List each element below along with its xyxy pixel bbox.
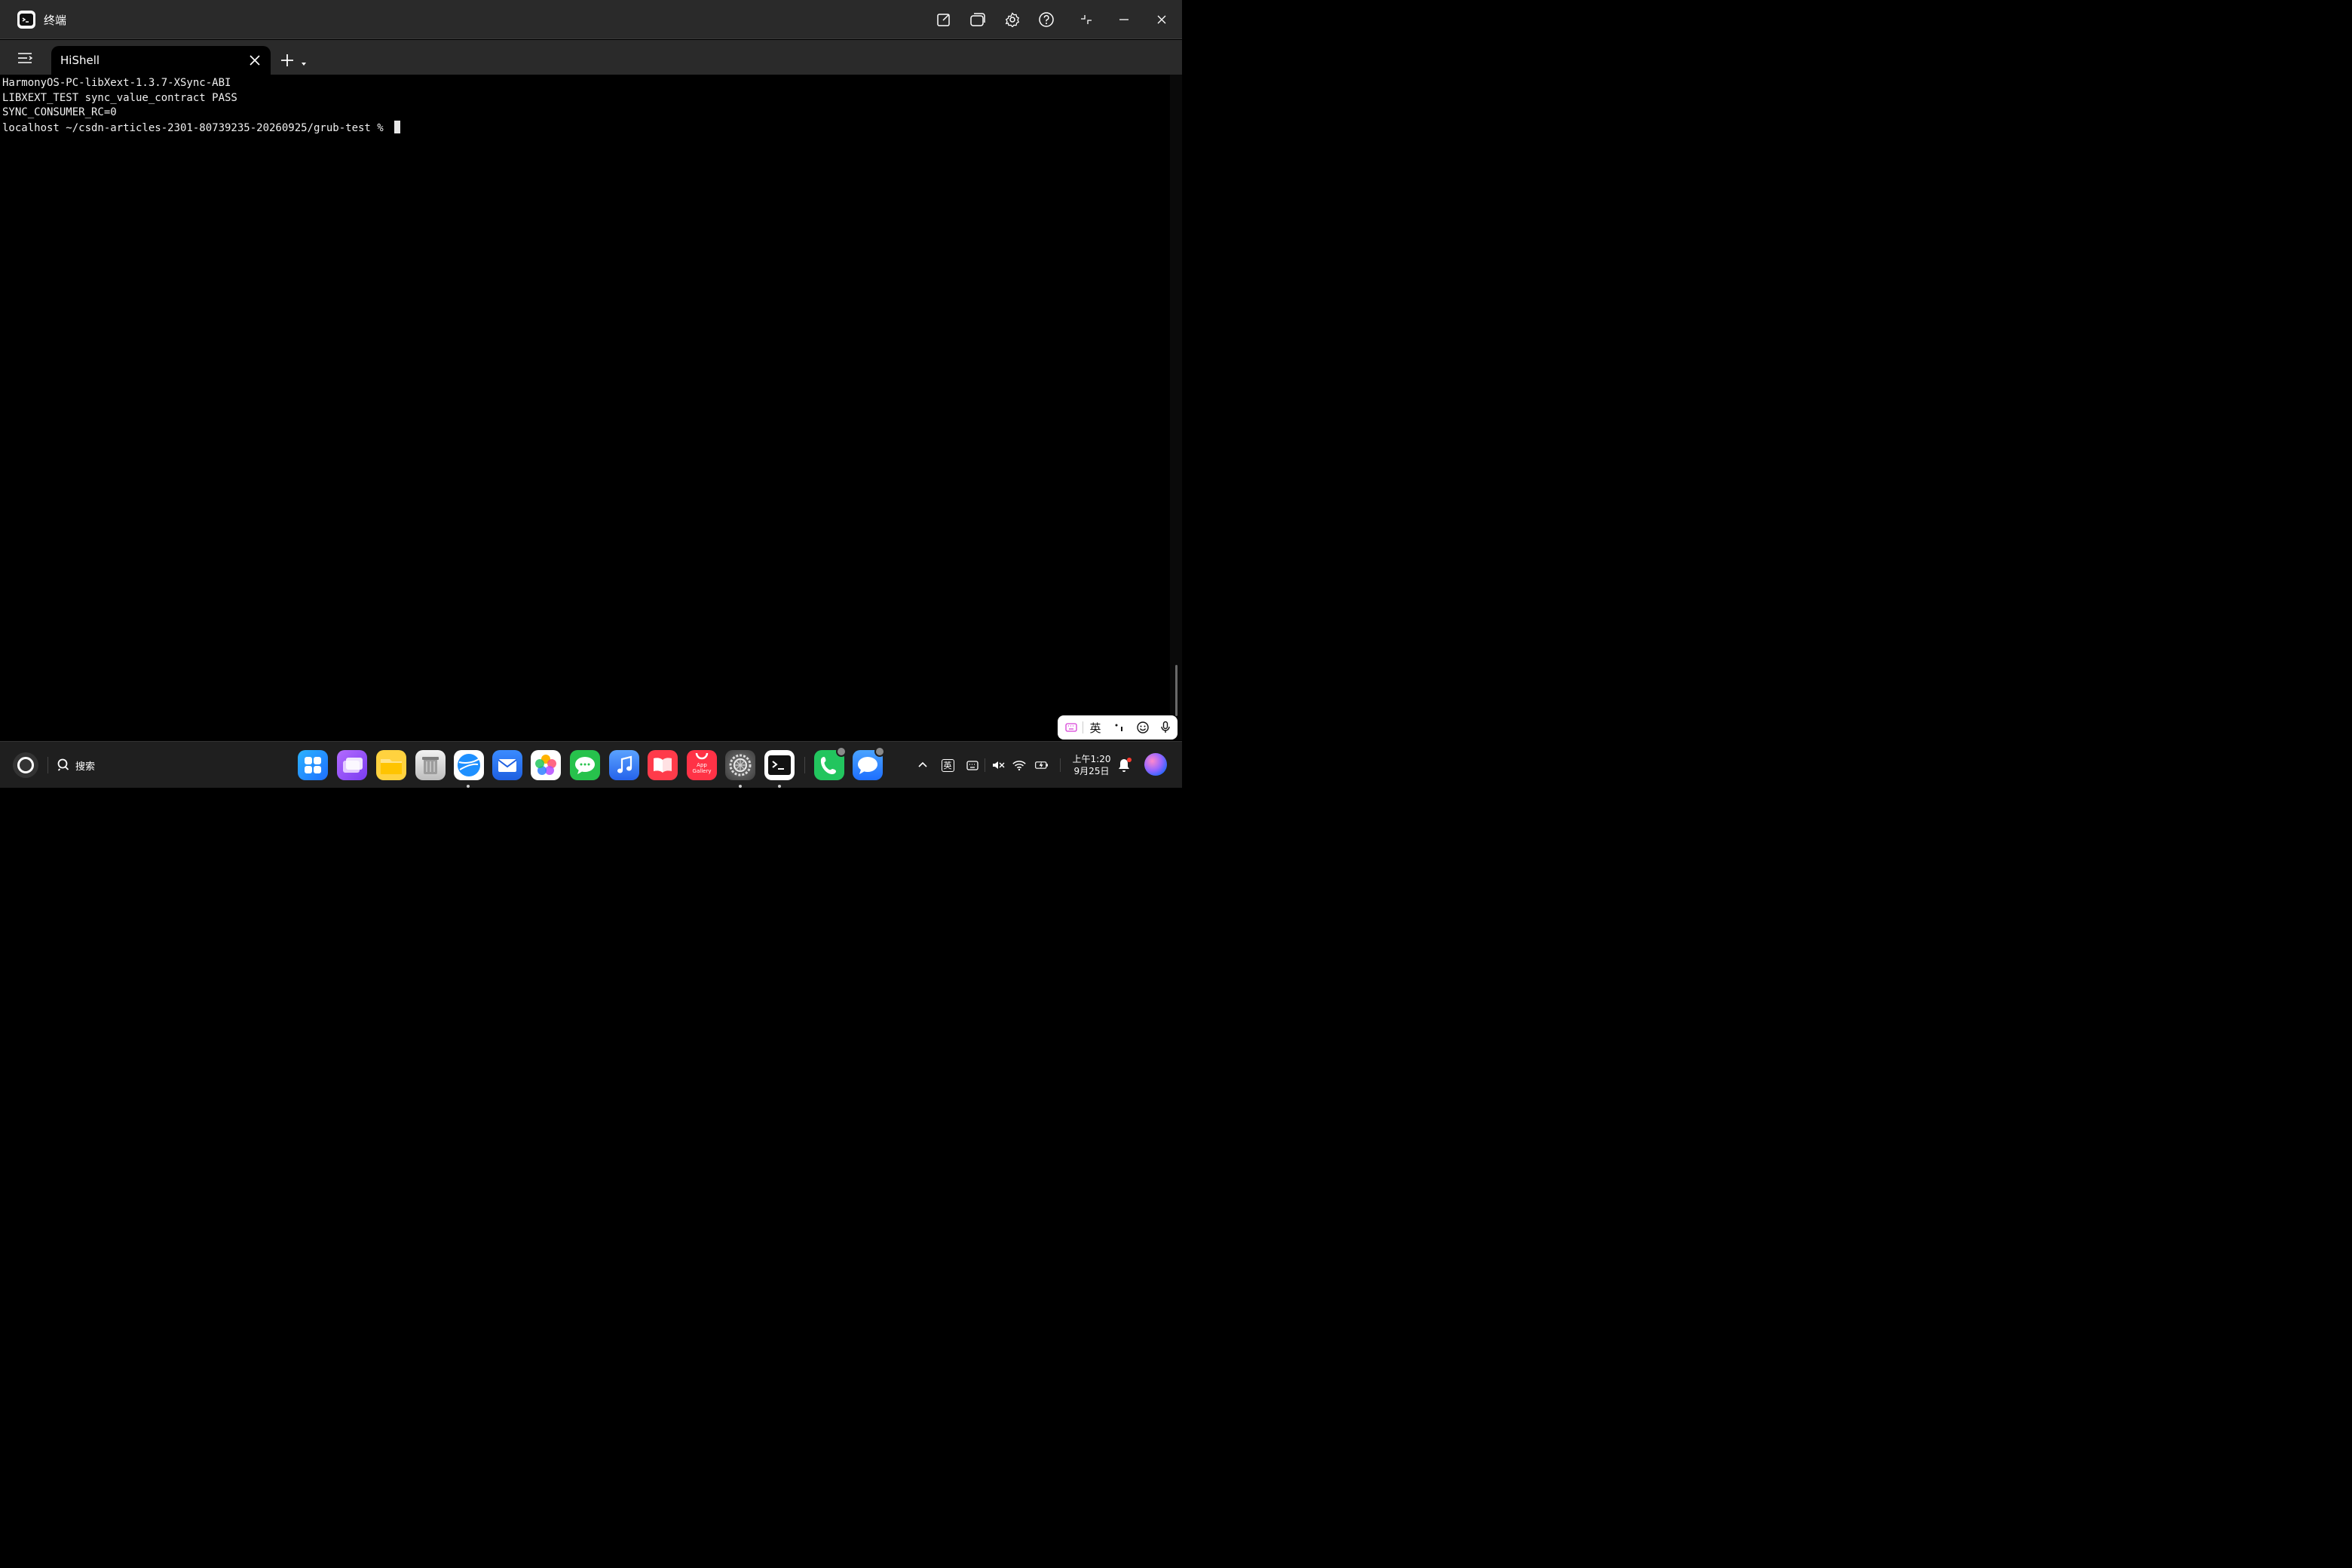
punctuation-icon[interactable]	[1108, 715, 1131, 740]
ime-indicator[interactable]: 英	[940, 758, 955, 773]
app-center-icon[interactable]	[298, 750, 328, 780]
emoji-icon[interactable]	[1132, 715, 1153, 740]
ime-mode[interactable]: 英	[1085, 715, 1106, 740]
search-button[interactable]: 搜索	[56, 757, 95, 773]
keyboard-icon[interactable]	[1061, 715, 1082, 740]
running-indicator	[739, 785, 742, 788]
terminal-app-icon	[17, 11, 35, 29]
browser-icon[interactable]	[454, 750, 484, 780]
edit-icon[interactable]	[935, 11, 953, 29]
chevron-up-icon[interactable]	[915, 758, 930, 773]
taskbar-divider	[47, 757, 48, 773]
scrollbar[interactable]	[1170, 75, 1182, 740]
tab-close-icon[interactable]	[248, 54, 262, 67]
scroll-thumb[interactable]	[1175, 665, 1178, 716]
terminal-line: HarmonyOS-PC-libXext-1.3.7-XSync-ABI	[2, 77, 231, 89]
chevron-down-icon[interactable]	[299, 57, 308, 66]
clock[interactable]: 上午1:20 9月25日	[1067, 753, 1116, 777]
tray-divider	[1060, 758, 1061, 772]
taskbar-divider	[804, 757, 805, 773]
start-button[interactable]	[13, 752, 38, 778]
assistant-icon[interactable]	[1144, 753, 1167, 776]
title-bar: 终端	[0, 0, 1182, 39]
terminal-output[interactable]: HarmonyOS-PC-libXext-1.3.7-XSync-ABI LIBX…	[0, 75, 1170, 740]
minimize-icon[interactable]	[1115, 11, 1133, 29]
files-icon[interactable]	[376, 750, 406, 780]
volume-muted-icon[interactable]	[991, 758, 1006, 773]
new-tab-icon[interactable]	[279, 52, 296, 69]
terminal-cursor	[394, 121, 401, 134]
window-title: 终端	[44, 14, 67, 27]
ime-toolbar: 英	[1058, 715, 1178, 740]
messages-icon[interactable]	[570, 750, 600, 780]
tab-hishell[interactable]: HiShell	[51, 46, 271, 75]
running-indicator	[467, 785, 470, 788]
terminal-prompt-line: localhost ~/csdn-articles-2301-80739235-…	[2, 121, 1168, 136]
wifi-icon[interactable]	[1012, 758, 1027, 773]
running-indicator	[778, 785, 781, 788]
music-icon[interactable]	[609, 750, 639, 780]
ime-indicator-label: 英	[941, 758, 954, 772]
books-icon[interactable]	[648, 750, 678, 780]
photos-icon[interactable]	[531, 750, 561, 780]
phone-badge	[836, 746, 847, 757]
app-gallery-label: App Gallery	[692, 762, 712, 774]
keyboard-icon[interactable]	[965, 758, 980, 773]
help-icon[interactable]	[1037, 11, 1055, 29]
multi-window-icon[interactable]	[337, 750, 367, 780]
gear-icon[interactable]	[1003, 11, 1021, 29]
close-icon[interactable]	[1153, 11, 1171, 29]
clock-time: 上午1:20	[1072, 754, 1111, 764]
taskbar: 搜索 App Gallery 英 上午1:20 9月25日	[0, 741, 1182, 788]
microphone-icon[interactable]	[1155, 715, 1176, 740]
chat-badge	[874, 746, 885, 757]
terminal-line: LIBXEXT_TEST sync_value_contract PASS	[2, 91, 237, 104]
terminal-line: SYNC_CONSUMER_RC=0	[2, 106, 117, 119]
battery-charging-icon[interactable]	[1034, 758, 1049, 773]
terminal-dock-icon[interactable]	[764, 750, 795, 780]
clock-date: 9月25日	[1073, 766, 1110, 776]
tab-bar: HiShell	[0, 40, 1182, 75]
notification-dot	[1127, 758, 1132, 762]
app-gallery-icon[interactable]: App Gallery	[687, 750, 717, 780]
restore-icon[interactable]	[1077, 11, 1095, 29]
trash-icon[interactable]	[415, 750, 446, 780]
settings-icon[interactable]	[725, 750, 755, 780]
terminal-prompt: localhost ~/csdn-articles-2301-80739235-…	[2, 122, 390, 135]
search-label: 搜索	[75, 761, 96, 773]
menu-icon[interactable]	[17, 51, 35, 66]
search-icon	[57, 758, 69, 771]
window-icon[interactable]	[969, 11, 987, 29]
mail-icon[interactable]	[492, 750, 522, 780]
tab-label: HiShell	[60, 54, 100, 67]
